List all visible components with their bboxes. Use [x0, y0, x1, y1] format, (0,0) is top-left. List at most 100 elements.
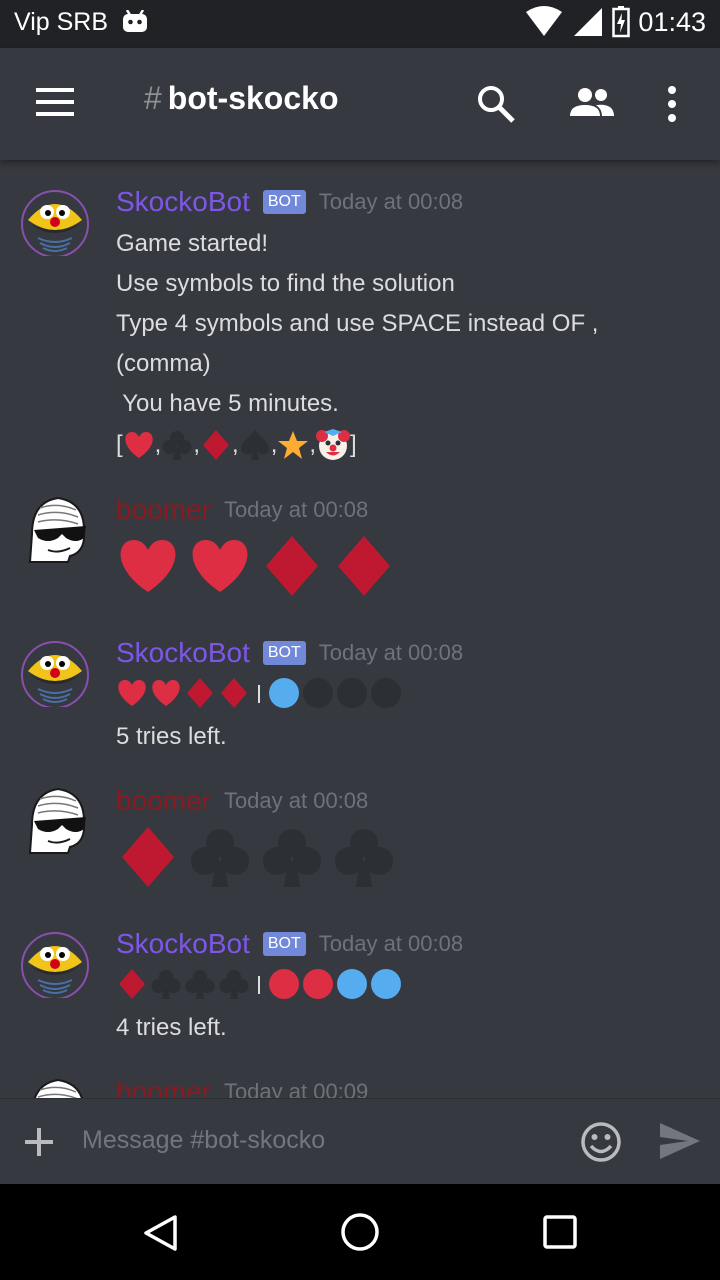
message-header: boomer Today at 00:09 — [116, 1072, 368, 1098]
separator: , — [154, 431, 162, 458]
author-name[interactable]: SkockoBot — [116, 928, 250, 960]
divider — [258, 685, 260, 703]
skockobot-avatar[interactable] — [18, 182, 92, 256]
club-icon — [162, 431, 192, 460]
timestamp: Today at 00:08 — [318, 931, 464, 956]
message-line: Type 4 symbols and use SPACE instead OF … — [116, 310, 599, 337]
result-row — [116, 677, 402, 709]
signal-icon — [574, 8, 603, 36]
status-bar: Vip SRB 01:43 — [0, 0, 720, 48]
club-icon — [151, 970, 181, 999]
members-icon[interactable] — [568, 86, 616, 118]
diamond-icon — [122, 827, 174, 887]
separator: , — [232, 431, 239, 458]
divider — [258, 976, 260, 994]
diamond-icon — [221, 678, 247, 708]
star-icon — [278, 431, 309, 459]
recent-apps-icon[interactable] — [542, 1214, 578, 1250]
clown-icon — [316, 429, 351, 460]
message-header: boomer Today at 00:08 — [116, 490, 368, 530]
separator: , — [193, 431, 201, 458]
channel-header: # bot-skocko — [0, 48, 720, 160]
club-icon — [219, 970, 249, 999]
red-peg-icon — [269, 969, 299, 999]
message-header: SkockoBot BOT Today at 00:08 — [116, 182, 463, 222]
message-line: Use symbols to find the solution — [116, 270, 455, 297]
send-icon[interactable] — [658, 1121, 702, 1161]
message-bot-game-started: SkockoBot BOT Today at 00:08 Game starte… — [0, 182, 720, 472]
empty-peg-icon — [337, 678, 367, 708]
timestamp: Today at 00:08 — [318, 189, 464, 214]
bracket-close: ] — [350, 431, 357, 458]
back-icon[interactable] — [142, 1214, 178, 1252]
message-bot-result-2: SkockoBot BOT Today at 00:08 4 tries lef… — [0, 924, 720, 1054]
message-composer: Message #bot-skocko — [0, 1098, 720, 1185]
result-row — [116, 968, 402, 1000]
channel-title: # bot-skocko — [144, 80, 338, 117]
club-icon — [185, 970, 215, 999]
diamond-icon — [203, 430, 230, 460]
message-input[interactable]: Message #bot-skocko — [82, 1126, 325, 1155]
author-name[interactable]: SkockoBot — [116, 186, 250, 218]
hamburger-menu-icon[interactable] — [36, 86, 76, 118]
search-icon[interactable] — [476, 84, 516, 124]
message-line: You have 5 minutes. — [116, 390, 339, 417]
club-icon — [335, 829, 393, 887]
bot-badge: BOT — [262, 932, 306, 956]
boomer-avatar[interactable] — [18, 1072, 92, 1098]
author-name[interactable]: boomer — [116, 1076, 211, 1098]
timestamp: Today at 00:09 — [223, 1079, 369, 1098]
boomer-avatar[interactable] — [18, 781, 92, 855]
tries-left: 4 tries left. — [116, 1014, 227, 1041]
heart-icon — [152, 680, 180, 706]
message-user-guess-2: boomer Today at 00:08 — [0, 781, 720, 891]
bot-badge: BOT — [262, 641, 306, 665]
heart-icon — [192, 540, 248, 592]
message-line: (comma) — [116, 350, 211, 377]
diamond-icon — [119, 969, 145, 999]
message-list[interactable]: SkockoBot BOT Today at 00:08 Game starte… — [0, 160, 720, 1098]
message-user-guess-3: boomer Today at 00:09 — [0, 1072, 720, 1098]
channel-name: bot-skocko — [167, 80, 339, 116]
skockobot-avatar[interactable] — [18, 924, 92, 998]
empty-peg-icon — [303, 678, 333, 708]
symbol-legend: [ , , , , , ] — [116, 428, 357, 462]
author-name[interactable]: boomer — [116, 494, 211, 526]
separator: , — [270, 431, 278, 458]
blue-peg-icon — [337, 969, 367, 999]
tries-left: 5 tries left. — [116, 723, 227, 750]
club-icon — [191, 829, 249, 887]
diamond-icon — [187, 678, 213, 708]
diamond-icon — [266, 536, 318, 596]
message-user-guess-1: boomer Today at 00:08 — [0, 490, 720, 600]
heart-icon — [118, 680, 146, 706]
guess-emojis — [116, 534, 396, 598]
boomer-avatar[interactable] — [18, 490, 92, 564]
diamond-icon — [338, 536, 390, 596]
more-options-icon[interactable] — [666, 84, 678, 124]
author-name[interactable]: SkockoBot — [116, 637, 250, 669]
bracket-open: [ — [116, 431, 123, 458]
clock: 01:43 — [638, 6, 706, 37]
wifi-icon — [526, 6, 563, 36]
battery-charging-icon — [612, 6, 631, 38]
message-line: Game started! — [116, 230, 269, 257]
message-bot-result-1: SkockoBot BOT Today at 00:08 5 tries lef… — [0, 633, 720, 763]
timestamp: Today at 00:08 — [318, 640, 464, 665]
heart-icon — [120, 540, 176, 592]
message-header: SkockoBot BOT Today at 00:08 — [116, 924, 463, 964]
guess-emojis — [116, 825, 396, 889]
spade-icon — [240, 430, 269, 460]
android-notification-icon — [123, 10, 147, 32]
home-icon[interactable] — [340, 1212, 380, 1252]
channel-hash-icon: # — [144, 80, 162, 116]
timestamp: Today at 00:08 — [223, 788, 369, 813]
skockobot-avatar[interactable] — [18, 633, 92, 707]
heart-icon — [124, 432, 153, 458]
carrier-name: Vip SRB — [14, 8, 109, 36]
blue-peg-icon — [269, 678, 299, 708]
author-name[interactable]: boomer — [116, 785, 211, 817]
android-navigation-bar — [0, 1184, 720, 1280]
emoji-picker-icon[interactable] — [580, 1121, 622, 1163]
add-attachment-icon[interactable] — [24, 1127, 54, 1157]
